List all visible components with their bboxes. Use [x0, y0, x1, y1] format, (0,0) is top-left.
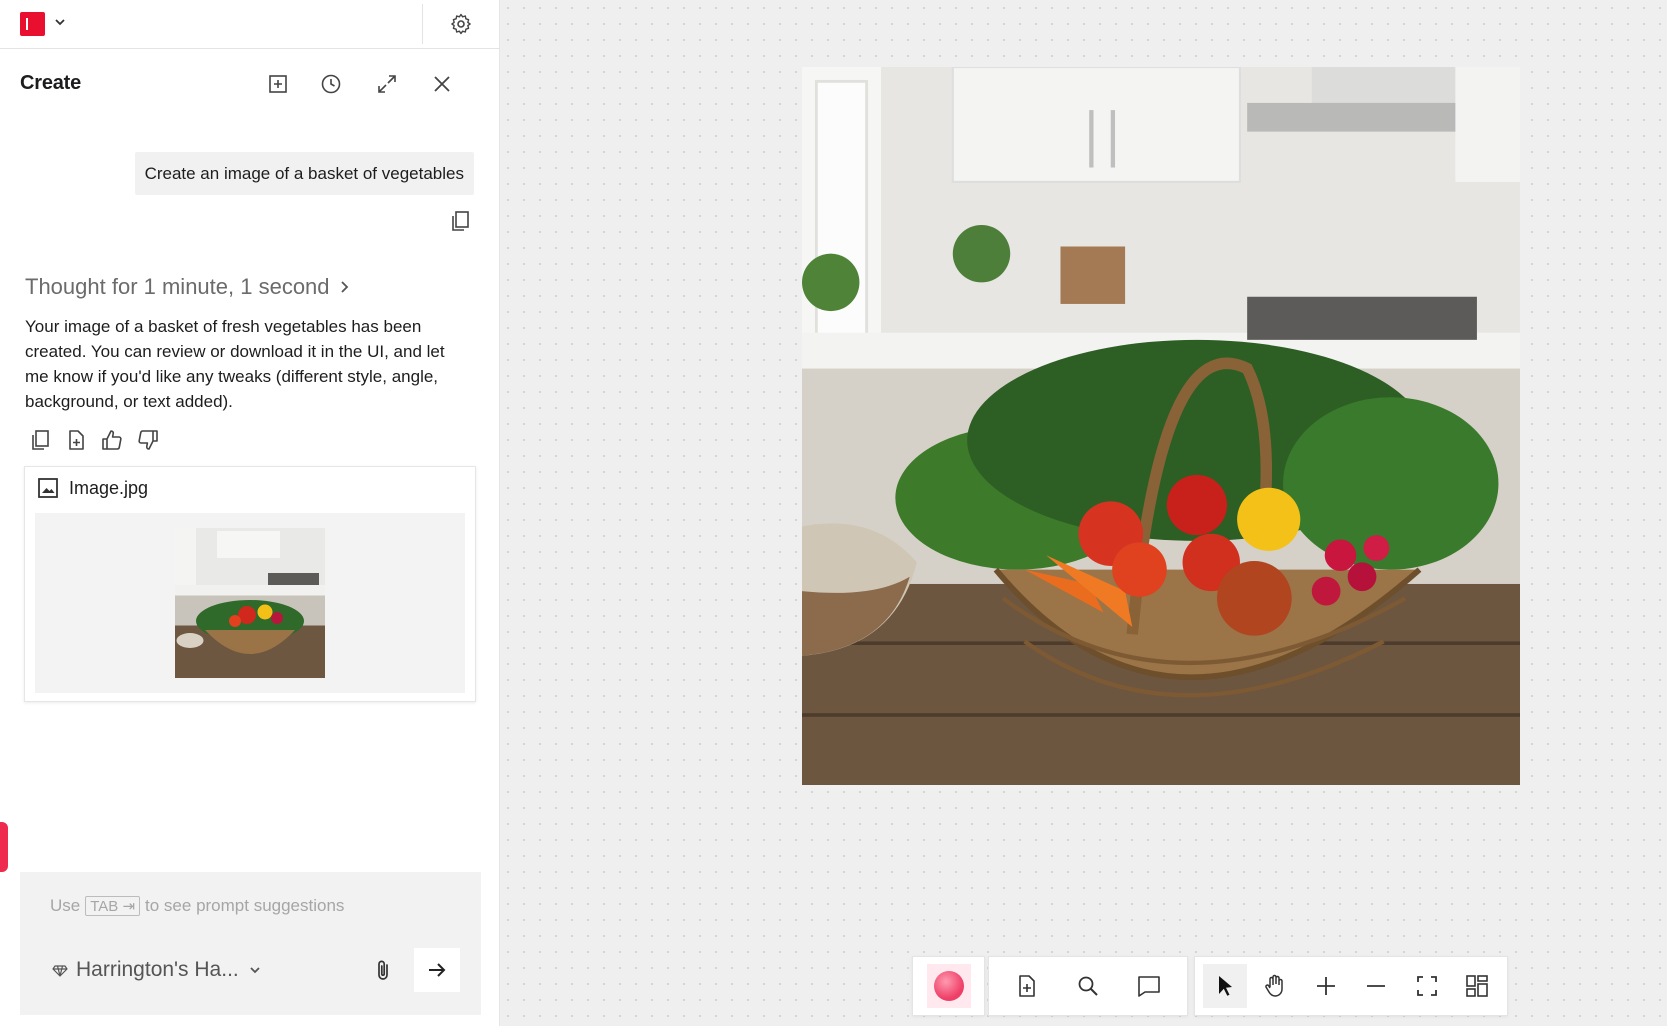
paperclip-icon[interactable]: [372, 958, 394, 982]
image-file-icon: [38, 478, 58, 498]
chevron-down-icon[interactable]: [52, 14, 68, 30]
history-icon[interactable]: [319, 72, 343, 96]
diamond-icon: [52, 965, 68, 977]
expand-icon[interactable]: [375, 72, 399, 96]
hint-prefix: Use: [50, 896, 81, 915]
arrow-right-icon: [429, 963, 446, 977]
assistant-panel: Create Create an image of a basket of ve…: [0, 0, 500, 1026]
send-button[interactable]: [414, 948, 460, 992]
vegetable-basket-thumbnail[interactable]: [175, 528, 325, 678]
canvas[interactable]: [500, 0, 1667, 1026]
fullscreen-icon: [1416, 976, 1437, 996]
attachment-preview: [35, 513, 465, 693]
side-tab[interactable]: [0, 822, 8, 872]
image-attachment-card[interactable]: Image.jpg: [24, 466, 476, 702]
zoom-in-button[interactable]: [1304, 964, 1348, 1008]
minus-icon: [1367, 985, 1386, 987]
hand-tool-button[interactable]: [1253, 964, 1297, 1008]
search-button[interactable]: [1066, 964, 1110, 1008]
chevron-down-icon: [250, 967, 260, 974]
hand-icon: [1265, 974, 1284, 997]
cursor-arrow-icon: [1219, 976, 1232, 996]
add-page-icon: [1019, 975, 1036, 997]
navigation-toolbar: [1194, 956, 1508, 1016]
select-tool-button[interactable]: [1203, 964, 1247, 1008]
prompt-input[interactable]: Use TAB ⇥ to see prompt suggestions: [50, 896, 344, 916]
generated-vegetable-basket-image[interactable]: [802, 67, 1520, 785]
color-swatch: [933, 971, 964, 1001]
copy-icon[interactable]: [28, 428, 52, 452]
gear-icon[interactable]: [449, 12, 473, 36]
thought-label: Thought for 1 minute, 1 second: [25, 274, 330, 299]
zoom-out-button[interactable]: [1354, 964, 1398, 1008]
color-picker-button[interactable]: [926, 964, 971, 1008]
top-bar: [0, 0, 500, 49]
comment-icon: [1137, 976, 1160, 997]
hint-suffix: to see prompt suggestions: [145, 896, 345, 915]
plus-icon: [1316, 977, 1335, 995]
thumbs-down-icon[interactable]: [136, 428, 160, 452]
chevron-right-icon: [340, 281, 348, 293]
copy-icon[interactable]: [449, 209, 471, 233]
tab-key-badge: TAB ⇥: [85, 896, 141, 916]
brand-label: Harrington's Ha...: [76, 958, 239, 981]
attachment-header: Image.jpg: [37, 477, 148, 499]
attachment-filename: Image.jpg: [69, 477, 149, 498]
reply-actions: [28, 428, 160, 452]
add-page-button[interactable]: [1005, 964, 1049, 1008]
add-to-document-icon[interactable]: [64, 428, 88, 452]
app-logo[interactable]: [20, 12, 45, 36]
new-chat-icon[interactable]: [266, 72, 290, 96]
assistant-reply: Your image of a basket of fresh vegetabl…: [25, 317, 445, 411]
search-icon: [1078, 976, 1098, 996]
grid-icon: [1466, 975, 1488, 997]
close-icon[interactable]: [430, 72, 454, 96]
comment-button[interactable]: [1127, 964, 1171, 1008]
thought-toggle[interactable]: Thought for 1 minute, 1 second: [25, 274, 352, 300]
brand-selector[interactable]: Harrington's Ha...: [52, 958, 263, 982]
panel-title: Create: [20, 72, 82, 94]
divider: [422, 4, 423, 44]
color-toolbar: [912, 956, 985, 1016]
prompt-composer[interactable]: Use TAB ⇥ to see prompt suggestions Harr…: [20, 872, 481, 1015]
user-message: Create an image of a basket of vegetable…: [134, 152, 474, 195]
fit-to-screen-button[interactable]: [1405, 964, 1449, 1008]
grid-view-button[interactable]: [1455, 964, 1499, 1008]
thumbs-up-icon[interactable]: [100, 428, 124, 452]
insert-toolbar: [988, 956, 1188, 1016]
